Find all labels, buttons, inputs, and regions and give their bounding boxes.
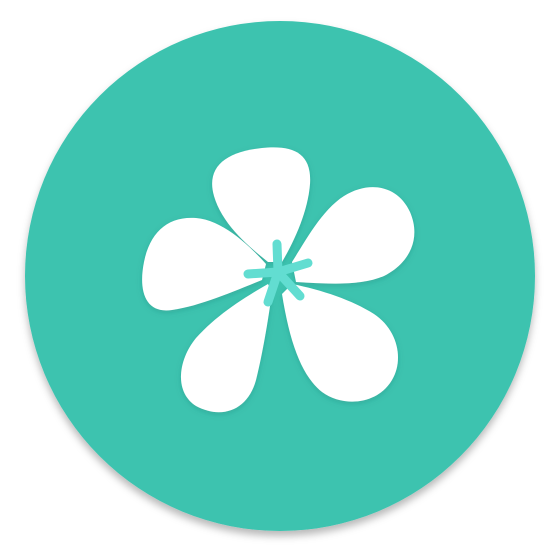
- flower-icon: [25, 21, 535, 531]
- flower-app-icon[interactable]: [0, 0, 560, 560]
- app-icon-canvas: [0, 0, 560, 560]
